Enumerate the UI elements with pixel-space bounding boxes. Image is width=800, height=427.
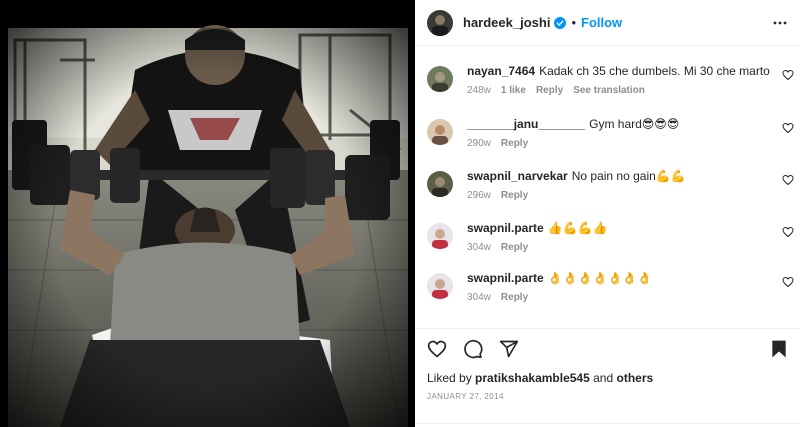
comment-username[interactable]: nayan_7464	[467, 64, 535, 78]
likes-others-link[interactable]: others	[617, 371, 654, 385]
verified-badge-icon	[554, 16, 567, 29]
comment-avatar[interactable]	[427, 273, 453, 299]
comment-time[interactable]: 248w	[467, 85, 491, 96]
comment-likes[interactable]: 1 like	[501, 85, 526, 96]
comment-text: swapnil_narvekar No pain no gain💪💪	[467, 169, 770, 183]
likes-connector: and	[593, 371, 614, 385]
comment-item: swapnil_narvekar No pain no gain💪💪 296w R…	[427, 169, 800, 219]
comment-message: 👌👌👌👌👌👌👌	[547, 271, 653, 285]
comment-item: swapnil.parte 👍💪💪👍 304w Reply	[427, 221, 800, 271]
comment-text: nayan_7464 Kadak ch 35 che dumbels. Mi 30…	[467, 64, 770, 78]
reply-button[interactable]: Reply	[501, 242, 528, 253]
comment-body: swapnil.parte 👍💪💪👍 304w Reply	[467, 221, 770, 253]
comment-like-icon[interactable]	[782, 68, 794, 86]
comment-message: Gym hard😎😎😎	[589, 117, 680, 131]
reply-button[interactable]: Reply	[536, 85, 563, 96]
post-photo[interactable]	[0, 0, 415, 427]
comment-avatar[interactable]	[427, 171, 453, 197]
comment-body: swapnil_narvekar No pain no gain💪💪 296w R…	[467, 169, 770, 201]
comment-message: 👍💪💪👍	[547, 221, 608, 235]
liked-by-user[interactable]: pratikshakamble545	[475, 371, 590, 385]
comment-text: swapnil.parte 👍💪💪👍	[467, 221, 770, 235]
post-header: hardeek_joshi • Follow	[415, 0, 800, 46]
comment-time[interactable]: 304w	[467, 242, 491, 253]
comment-body: _______janu_______ Gym hard😎😎😎 290w Reply	[467, 117, 770, 149]
reply-button[interactable]: Reply	[501, 138, 528, 149]
see-translation-button[interactable]: See translation	[573, 85, 645, 96]
comment-like-icon[interactable]	[782, 173, 794, 191]
comment-meta: 290w Reply	[467, 138, 770, 149]
comment-item: swapnil.parte 👌👌👌👌👌👌👌 304w Reply	[427, 271, 800, 321]
comment-username[interactable]: swapnil_narvekar	[467, 169, 568, 183]
reply-button[interactable]: Reply	[501, 292, 528, 303]
comment-username[interactable]: _______janu_______	[467, 117, 585, 131]
comment-like-icon[interactable]	[782, 121, 794, 139]
comment-text: swapnil.parte 👌👌👌👌👌👌👌	[467, 271, 770, 285]
post-date[interactable]: JANUARY 27, 2014	[415, 392, 800, 401]
post-sidebar: hardeek_joshi • Follow nayan_7464 Kadak c…	[415, 0, 800, 427]
likes-prefix: Liked by	[427, 371, 472, 385]
comment-username[interactable]: swapnil.parte	[467, 221, 544, 235]
comment-body: nayan_7464 Kadak ch 35 che dumbels. Mi 30…	[467, 64, 770, 96]
comment-avatar[interactable]	[427, 66, 453, 92]
comment-body: swapnil.parte 👌👌👌👌👌👌👌 304w Reply	[467, 271, 770, 303]
action-bar	[415, 329, 800, 369]
comment-item: nayan_7464 Kadak ch 35 che dumbels. Mi 30…	[427, 64, 800, 114]
follow-button[interactable]: Follow	[581, 15, 622, 30]
save-icon[interactable]	[770, 339, 788, 359]
comment-avatar[interactable]	[427, 223, 453, 249]
post-actions-section: Liked by pratikshakamble545 and others J…	[415, 328, 800, 401]
comment-meta: 296w Reply	[467, 190, 770, 201]
comment-avatar[interactable]	[427, 119, 453, 145]
comment-meta: 248w 1 like Reply See translation	[467, 85, 770, 96]
comment-time[interactable]: 304w	[467, 292, 491, 303]
divider	[415, 423, 800, 424]
comment-time[interactable]: 296w	[467, 190, 491, 201]
likes-summary: Liked by pratikshakamble545 and others	[415, 371, 800, 385]
reply-button[interactable]: Reply	[501, 190, 528, 201]
comment-like-icon[interactable]	[782, 225, 794, 243]
comment-item: _______janu_______ Gym hard😎😎😎 290w Reply	[427, 117, 800, 167]
more-options-icon[interactable]	[772, 15, 788, 31]
comment-text: _______janu_______ Gym hard😎😎😎	[467, 117, 770, 131]
comment-message: No pain no gain💪💪	[571, 169, 686, 183]
gym-photo-illustration	[0, 0, 415, 427]
comment-meta: 304w Reply	[467, 292, 770, 303]
comment-icon[interactable]	[463, 339, 483, 359]
author-username[interactable]: hardeek_joshi	[463, 15, 550, 30]
comment-like-icon[interactable]	[782, 275, 794, 293]
share-icon[interactable]	[499, 339, 519, 359]
author-avatar[interactable]	[427, 9, 453, 36]
heart-icon[interactable]	[427, 339, 447, 359]
comment-username[interactable]: swapnil.parte	[467, 271, 544, 285]
comment-message: Kadak ch 35 che dumbels. Mi 30 che marto	[539, 64, 770, 78]
comment-time[interactable]: 290w	[467, 138, 491, 149]
comments-list: nayan_7464 Kadak ch 35 che dumbels. Mi 30…	[415, 47, 800, 327]
header-separator: •	[571, 15, 576, 30]
comment-meta: 304w Reply	[467, 242, 770, 253]
